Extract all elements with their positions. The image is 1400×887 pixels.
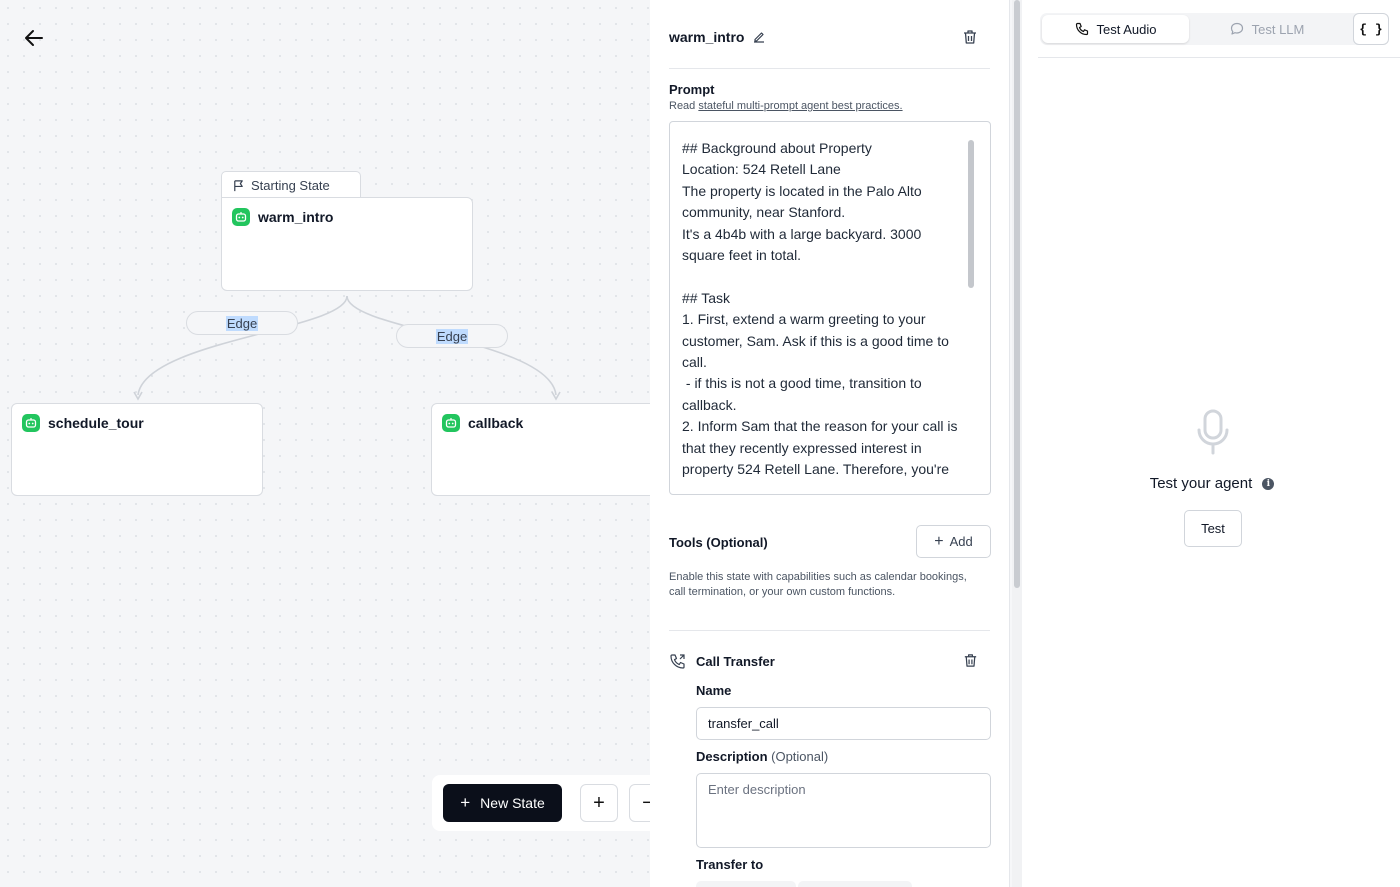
zoom-out-button[interactable]: −: [629, 784, 650, 822]
new-state-button[interactable]: + New State: [443, 784, 562, 822]
divider: [1038, 57, 1400, 58]
zoom-in-button[interactable]: +: [580, 784, 618, 822]
prompt-text: ## Background about Property Location: 5…: [682, 140, 958, 478]
best-practices-link[interactable]: stateful multi-prompt agent best practic…: [698, 100, 902, 112]
prompt-label: Prompt: [669, 82, 715, 97]
state-node-warm-intro[interactable]: warm_intro: [221, 197, 473, 291]
tab-test-llm[interactable]: Test LLM: [1192, 15, 1342, 43]
test-panel: Test Audio Test LLM { } Test your agent …: [1022, 0, 1400, 887]
prompt-help: Read stateful multi-prompt agent best pr…: [669, 100, 903, 112]
chat-bubble-icon: [1230, 22, 1243, 35]
panel-scrollbar-thumb[interactable]: [1014, 0, 1020, 588]
bot-icon: [22, 414, 40, 432]
prompt-textarea[interactable]: ## Background about Property Location: 5…: [669, 121, 991, 495]
json-view-button[interactable]: { }: [1353, 13, 1389, 45]
transfer-to-label: Transfer to: [696, 857, 764, 872]
name-label: Name: [696, 683, 732, 698]
info-icon[interactable]: i: [1262, 477, 1275, 490]
test-agent-label: Test your agent i: [1022, 475, 1400, 492]
bot-icon: [442, 414, 460, 432]
prompt-scrollbar[interactable]: [968, 140, 974, 288]
tab-test-audio[interactable]: Test Audio: [1042, 15, 1189, 43]
edge-label-right[interactable]: Edge: [396, 324, 508, 348]
bot-icon: [232, 208, 250, 226]
plus-icon: +: [460, 793, 471, 812]
tool-description-input[interactable]: [696, 773, 991, 848]
state-title-row: warm_intro: [669, 26, 990, 48]
add-tool-button[interactable]: + Add: [916, 525, 991, 558]
node-name: callback: [468, 415, 524, 431]
microphone-icon: [1197, 409, 1229, 455]
node-name: warm_intro: [258, 209, 334, 225]
pencil-icon[interactable]: [752, 30, 766, 44]
state-node-callback[interactable]: callback: [431, 403, 650, 496]
delete-tool-trash-icon[interactable]: [962, 652, 980, 670]
call-transfer-title: Call Transfer: [696, 654, 775, 669]
plus-icon: +: [934, 532, 944, 550]
starting-state-tag: Starting State: [221, 171, 361, 198]
panel-scrollbar[interactable]: [1012, 0, 1022, 887]
state-editor-panel: warm_intro Prompt Read stateful multi-pr…: [650, 0, 1010, 887]
starting-state-label: Starting State: [251, 177, 330, 193]
tools-label: Tools (Optional): [669, 535, 768, 550]
transfer-option[interactable]: [798, 881, 912, 887]
phone-transfer-icon: [670, 654, 685, 669]
phone-icon: [1075, 22, 1088, 36]
tool-name-input[interactable]: [696, 707, 991, 740]
flag-icon: [234, 179, 243, 191]
test-tabs: Test Audio Test LLM: [1040, 13, 1366, 45]
node-name: schedule_tour: [48, 415, 144, 431]
flow-canvas[interactable]: Starting State warm_intro Edge Edge sche…: [0, 0, 650, 887]
description-label: Description (Optional): [696, 749, 829, 764]
state-node-schedule-tour[interactable]: schedule_tour: [11, 403, 263, 496]
divider: [669, 68, 990, 69]
delete-state-trash-icon[interactable]: [961, 28, 979, 46]
state-name: warm_intro: [669, 29, 745, 45]
tools-description: Enable this state with capabilities such…: [669, 571, 967, 598]
test-button[interactable]: Test: [1184, 510, 1242, 547]
edge-label-left[interactable]: Edge: [186, 311, 298, 335]
divider: [669, 630, 990, 631]
transfer-option[interactable]: [696, 881, 796, 887]
